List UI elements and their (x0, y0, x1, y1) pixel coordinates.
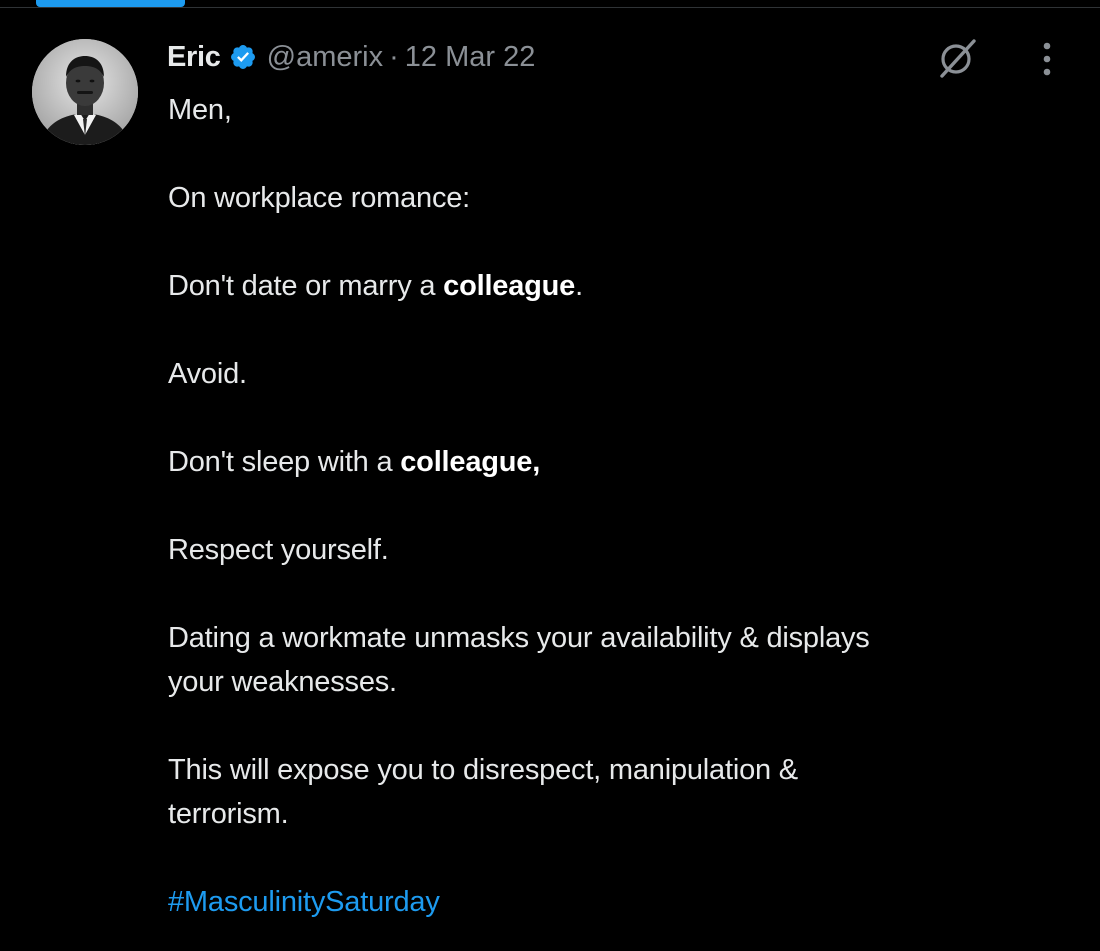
tweet-screen: Eric @amerix · 12 Mar 22 Men, On workpla… (0, 0, 1100, 951)
more-vertical-icon[interactable] (1034, 38, 1060, 80)
tweet-header: Eric @amerix · 12 Mar 22 (167, 37, 535, 77)
separator-dot: · (389, 40, 399, 73)
tweet-paragraph: Don't date or marry a colleague. (168, 264, 1068, 308)
tweet-paragraph-line: Dating a workmate unmasks your availabil… (168, 622, 870, 654)
tweet-paragraph-line: This will expose you to disrespect, mani… (168, 754, 798, 786)
verified-badge-icon (229, 43, 257, 71)
tweet-paragraph: #MasculinitySaturday (168, 880, 1068, 924)
avatar-image (32, 39, 138, 145)
avatar[interactable] (32, 39, 138, 145)
bold-text: colleague (443, 270, 576, 302)
text-segment: . (575, 270, 583, 302)
tweet-paragraph: Men, (168, 94, 232, 126)
top-divider (0, 7, 1100, 8)
active-tab-indicator (36, 0, 185, 7)
tweet-paragraph: On workplace romance: (168, 182, 471, 214)
hashtag-link[interactable]: #MasculinitySaturday (168, 886, 440, 918)
tweet-paragraph: Avoid. (168, 358, 247, 390)
tweet-date[interactable]: 12 Mar 22 (405, 41, 536, 74)
grok-icon[interactable] (934, 37, 982, 79)
text-segment: Don't date or marry a (168, 270, 444, 302)
author-name[interactable]: Eric (167, 41, 221, 74)
tweet-text: Men, On workplace romance: Don't date or… (168, 88, 1068, 924)
tweet-paragraph-line: terrorism. (168, 798, 289, 830)
tweet-paragraph: Don't sleep with a colleague, (168, 440, 1068, 484)
tweet-paragraph-line: your weaknesses. (168, 666, 397, 698)
tweet-paragraph: Respect yourself. (168, 534, 389, 566)
text-segment: Don't sleep with a (168, 446, 401, 478)
bold-text: colleague, (400, 446, 541, 478)
author-handle[interactable]: @amerix (267, 41, 383, 74)
